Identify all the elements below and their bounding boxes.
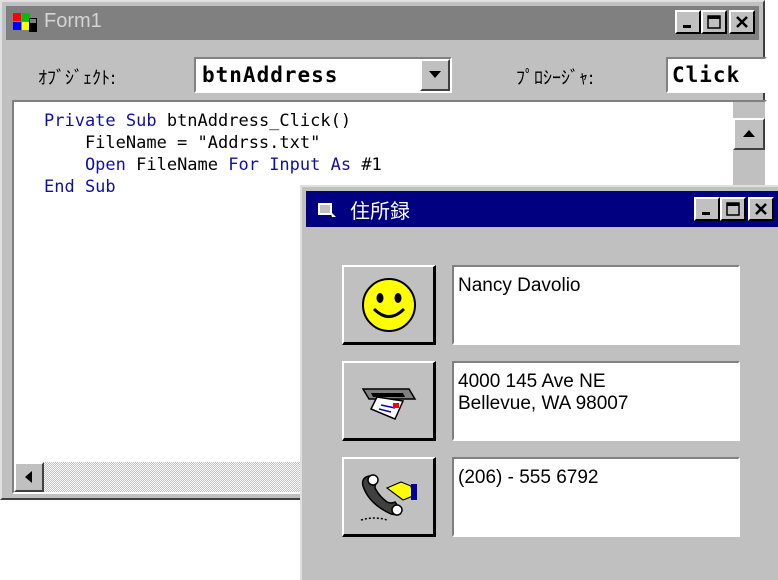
phone-button[interactable] bbox=[342, 457, 436, 537]
code-line-text: #1 bbox=[351, 155, 382, 175]
minimize-icon bbox=[702, 212, 710, 215]
code-line-text: btnAddress_Click() bbox=[156, 111, 352, 131]
arrow-up-icon bbox=[743, 130, 755, 137]
address-book-icon bbox=[316, 199, 340, 225]
maximize-icon bbox=[707, 15, 721, 29]
code-line-text: FileName bbox=[125, 155, 229, 175]
address-line2: Bellevue, WA 98007 bbox=[458, 393, 629, 414]
chevron-down-icon bbox=[429, 71, 441, 78]
close-icon bbox=[755, 203, 767, 215]
close-button[interactable] bbox=[729, 10, 755, 34]
procedure-label: ﾌﾟﾛｼｰｼﾞｬ: bbox=[516, 68, 595, 89]
object-label: ｵﾌﾞｼﾞｪｸﾄ: bbox=[38, 68, 117, 89]
code-keyword: Private Sub bbox=[44, 111, 157, 131]
address-titlebar[interactable]: 住所録 bbox=[306, 191, 778, 227]
procedure-combobox[interactable]: Click bbox=[666, 57, 767, 93]
vb-form-icon bbox=[12, 10, 38, 40]
minimize-button[interactable] bbox=[675, 10, 701, 34]
telephone-icon bbox=[360, 473, 417, 521]
arrow-left-icon bbox=[25, 471, 32, 483]
minimize-icon bbox=[683, 25, 691, 28]
phone-field[interactable]: (206) - 555 6792 bbox=[452, 457, 740, 537]
name-button[interactable] bbox=[342, 265, 436, 345]
object-value: btnAddress bbox=[202, 63, 339, 87]
form1-titlebar[interactable]: Form1 bbox=[6, 6, 759, 40]
object-combobox[interactable]: btnAddress bbox=[194, 57, 452, 93]
address-maximize-button[interactable] bbox=[720, 197, 746, 221]
close-icon bbox=[736, 16, 748, 28]
phone-value: (206) - 555 6792 bbox=[458, 467, 599, 488]
procedure-value: Click bbox=[672, 63, 741, 87]
address-line1: 4000 145 Ave NE bbox=[458, 371, 606, 392]
address-field[interactable]: 4000 145 Ave NE Bellevue, WA 98007 bbox=[452, 361, 740, 441]
name-field[interactable]: Nancy Davolio bbox=[452, 265, 740, 345]
object-dropdown-button[interactable] bbox=[420, 59, 450, 91]
address-minimize-button[interactable] bbox=[694, 197, 720, 221]
mail-slot-icon bbox=[361, 387, 416, 420]
form1-title: Form1 bbox=[44, 10, 102, 32]
address-book-window: 住所録 Nancy Davolio 4000 145 Ave NE Bellev… bbox=[300, 185, 778, 580]
scroll-left-button[interactable] bbox=[14, 462, 44, 492]
address-title: 住所録 bbox=[350, 199, 410, 223]
address-button[interactable] bbox=[342, 361, 436, 441]
code-keyword: For Input As bbox=[228, 155, 352, 175]
code-keyword: Open bbox=[44, 155, 126, 175]
address-close-button[interactable] bbox=[748, 197, 774, 221]
maximize-button[interactable] bbox=[701, 10, 727, 34]
code-keyword: End Sub bbox=[44, 177, 116, 197]
maximize-icon bbox=[726, 202, 740, 216]
code-line-text: FileName = "Addrss.txt" bbox=[44, 133, 321, 153]
smiley-face-icon bbox=[361, 277, 416, 332]
scroll-up-button[interactable] bbox=[733, 118, 765, 150]
name-value: Nancy Davolio bbox=[458, 275, 581, 296]
